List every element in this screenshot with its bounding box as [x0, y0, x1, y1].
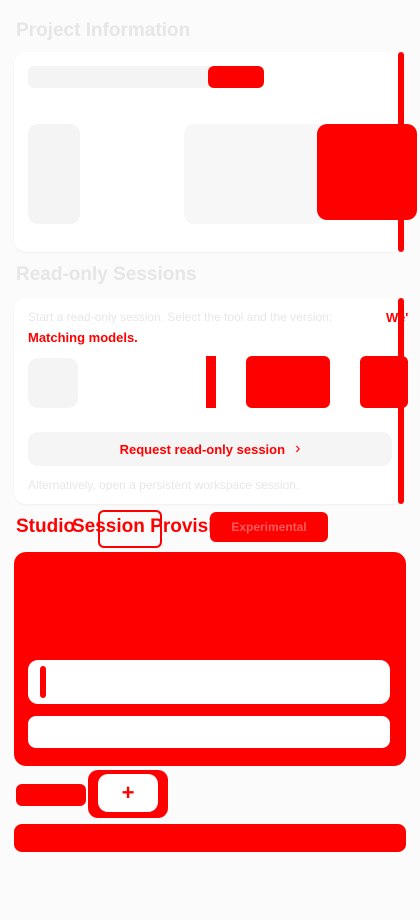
right-edge-red-stroke — [398, 52, 404, 252]
experimental-badge-label: Experimental — [231, 520, 307, 534]
section-title-readonly: Read-only Sessions — [16, 264, 197, 285]
provisioning-title-box — [98, 510, 162, 548]
readonly-card: Start a read-only session. Select the to… — [14, 298, 408, 504]
provisioning-card — [14, 552, 406, 766]
request-readonly-label: Request read-only session — [119, 441, 286, 457]
middle-gray-block — [184, 124, 324, 224]
provisioning-input[interactable] — [28, 716, 390, 748]
bottom-red-bar — [14, 824, 406, 852]
readonly-intro: Start a read-only session. Select the to… — [28, 310, 333, 324]
plus-icon: + — [121, 780, 135, 805]
provisioning-inner-panel-notch — [40, 666, 46, 698]
provisioning-inner-panel[interactable] — [28, 660, 390, 704]
readonly-right-edge-red-stroke — [398, 298, 404, 504]
version-select-red-2[interactable] — [246, 356, 330, 408]
version-select-red-1[interactable] — [206, 356, 216, 408]
project-info-card — [14, 52, 417, 252]
bottom-red-label — [16, 784, 86, 806]
tool-select-left[interactable] — [28, 358, 78, 408]
readonly-matching-models: Matching models. — [28, 330, 138, 345]
experimental-badge: Experimental — [210, 512, 328, 542]
project-progress-fill — [208, 66, 264, 88]
chevron-right-icon: › — [295, 440, 301, 457]
readonly-alt-text: Alternatively, open a persistent workspa… — [28, 478, 300, 492]
request-readonly-session-button[interactable]: Request read-only session › — [28, 432, 392, 466]
provisioning-overlay-word: Studio — [16, 516, 76, 537]
left-gray-block — [28, 124, 80, 224]
add-button[interactable]: + — [98, 774, 158, 812]
section-title-project-information: Project Information — [16, 20, 191, 41]
